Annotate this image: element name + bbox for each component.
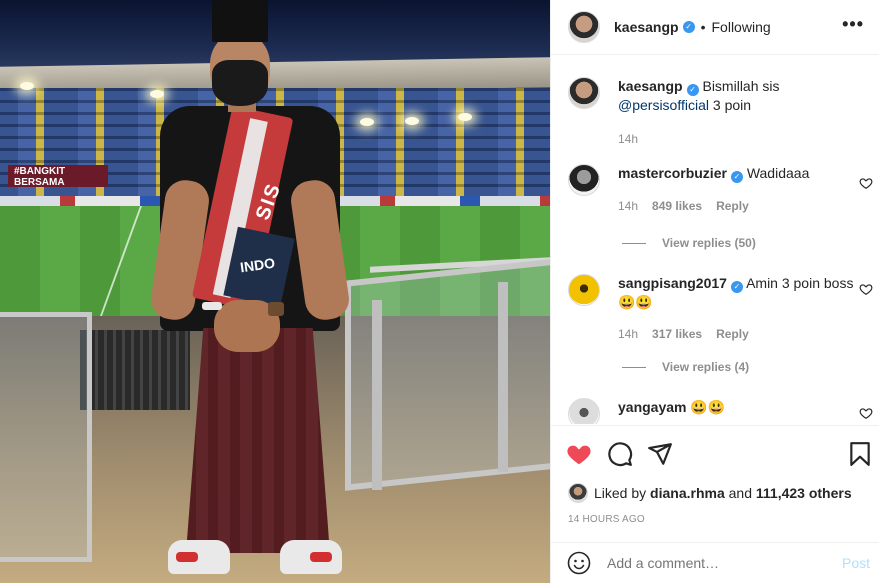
comment-bubble-icon[interactable] bbox=[607, 441, 633, 467]
floodlight bbox=[20, 82, 34, 90]
more-options-icon[interactable]: ••• bbox=[842, 14, 864, 35]
comment-likes[interactable]: 317 likes bbox=[652, 327, 702, 341]
following-button[interactable]: Following bbox=[712, 19, 771, 35]
caption-username[interactable]: kaesangp bbox=[618, 78, 683, 94]
add-comment-section: Post bbox=[551, 542, 879, 583]
caption-text-after: 3 poin bbox=[709, 97, 752, 113]
comment-username[interactable]: yangayam bbox=[618, 399, 686, 415]
railing-post bbox=[372, 300, 382, 490]
comment-item: sangpisang2017 ✓ Amin 3 poin boss😃😃 14h 31… bbox=[568, 274, 863, 343]
likes-prefix: Liked by bbox=[594, 485, 647, 501]
bookmark-save-icon[interactable] bbox=[847, 441, 873, 467]
view-replies-button[interactable]: View replies (50) bbox=[622, 236, 756, 250]
caption: kaesangp ✓ Bismillah sis @persisofficial … bbox=[568, 77, 863, 148]
stadium-banner: #BANGKIT BERSAMA bbox=[8, 165, 108, 188]
post-comment-button[interactable]: Post bbox=[842, 555, 870, 571]
liked-heart-icon[interactable] bbox=[566, 441, 592, 467]
floodlight bbox=[360, 118, 374, 126]
caption-time[interactable]: 14h bbox=[618, 132, 638, 146]
liker-avatar[interactable] bbox=[568, 483, 588, 503]
post-photo[interactable]: #BANGKIT BERSAMA SIS INDO bbox=[0, 0, 550, 583]
right-shoe bbox=[280, 540, 342, 574]
left-shoe bbox=[168, 540, 230, 574]
reply-button[interactable]: Reply bbox=[716, 199, 749, 213]
comment-text: Wadidaaa bbox=[746, 165, 810, 181]
post-side-panel: kaesangp ✓ • Following ••• kaesangp ✓ Bis… bbox=[550, 0, 879, 583]
comments-list[interactable]: kaesangp ✓ Bismillah sis @persisofficial … bbox=[551, 56, 879, 424]
view-replies-button[interactable]: View replies (4) bbox=[622, 360, 749, 374]
comment-username[interactable]: mastercorbuzier bbox=[618, 165, 727, 181]
emoji-smile-icon[interactable] bbox=[567, 551, 591, 575]
like-comment-heart-icon[interactable] bbox=[859, 282, 873, 296]
post-timestamp[interactable]: 14 HOURS AGO bbox=[568, 514, 645, 525]
caption-text-before: Bismillah sis bbox=[702, 78, 780, 94]
liker-username[interactable]: diana.rhma bbox=[650, 485, 725, 501]
face-mask bbox=[212, 60, 268, 106]
post-header: kaesangp ✓ • Following ••• bbox=[551, 0, 879, 55]
view-replies-label: View replies (4) bbox=[662, 360, 750, 374]
floodlight bbox=[458, 113, 472, 121]
post-actions-bar bbox=[551, 425, 879, 481]
glass-railing-left bbox=[0, 312, 92, 562]
railing-post bbox=[498, 282, 508, 472]
verified-badge-icon: ✓ bbox=[730, 171, 743, 183]
like-comment-heart-icon[interactable] bbox=[859, 176, 873, 190]
view-replies-label: View replies (50) bbox=[662, 236, 756, 250]
comment-username[interactable]: sangpisang2017 bbox=[618, 275, 727, 291]
verified-badge-icon: ✓ bbox=[730, 281, 743, 293]
separator-dot: • bbox=[700, 19, 706, 35]
verified-badge-icon: ✓ bbox=[682, 21, 695, 33]
comment-text: 😃😃 bbox=[690, 399, 726, 415]
caption-mention-link[interactable]: @persisofficial bbox=[618, 97, 709, 113]
caption-avatar[interactable] bbox=[568, 77, 600, 109]
comment-likes[interactable]: 849 likes bbox=[652, 199, 702, 213]
author-username[interactable]: kaesangp bbox=[614, 19, 679, 35]
floodlight bbox=[405, 117, 419, 125]
commenter-avatar[interactable] bbox=[568, 398, 600, 424]
commenter-avatar[interactable] bbox=[568, 164, 600, 196]
like-comment-heart-icon[interactable] bbox=[859, 406, 873, 420]
comment-input[interactable] bbox=[607, 555, 817, 571]
share-paper-plane-icon[interactable] bbox=[647, 441, 673, 467]
commenter-avatar[interactable] bbox=[568, 274, 600, 306]
likes-middle: and bbox=[728, 485, 752, 501]
person-figure: SIS INDO bbox=[148, 0, 352, 583]
likes-count[interactable]: 111,423 others bbox=[756, 485, 852, 501]
comment-time[interactable]: 14h bbox=[618, 199, 638, 213]
wristwatch bbox=[268, 302, 284, 316]
likes-summary[interactable]: Liked by diana.rhma and 111,423 others bbox=[568, 483, 852, 503]
sarong-folds bbox=[186, 328, 330, 553]
comment-item: mastercorbuzier ✓ Wadidaaa 14h 849 likes Re… bbox=[568, 164, 863, 215]
comment-time[interactable]: 14h bbox=[618, 327, 638, 341]
verified-badge-icon: ✓ bbox=[686, 84, 699, 96]
black-cap bbox=[212, 0, 268, 42]
comment-item: yangayam 😃😃 bbox=[568, 398, 863, 424]
bracelet bbox=[202, 302, 222, 310]
author-avatar[interactable] bbox=[568, 11, 600, 43]
reply-button[interactable]: Reply bbox=[716, 327, 749, 341]
